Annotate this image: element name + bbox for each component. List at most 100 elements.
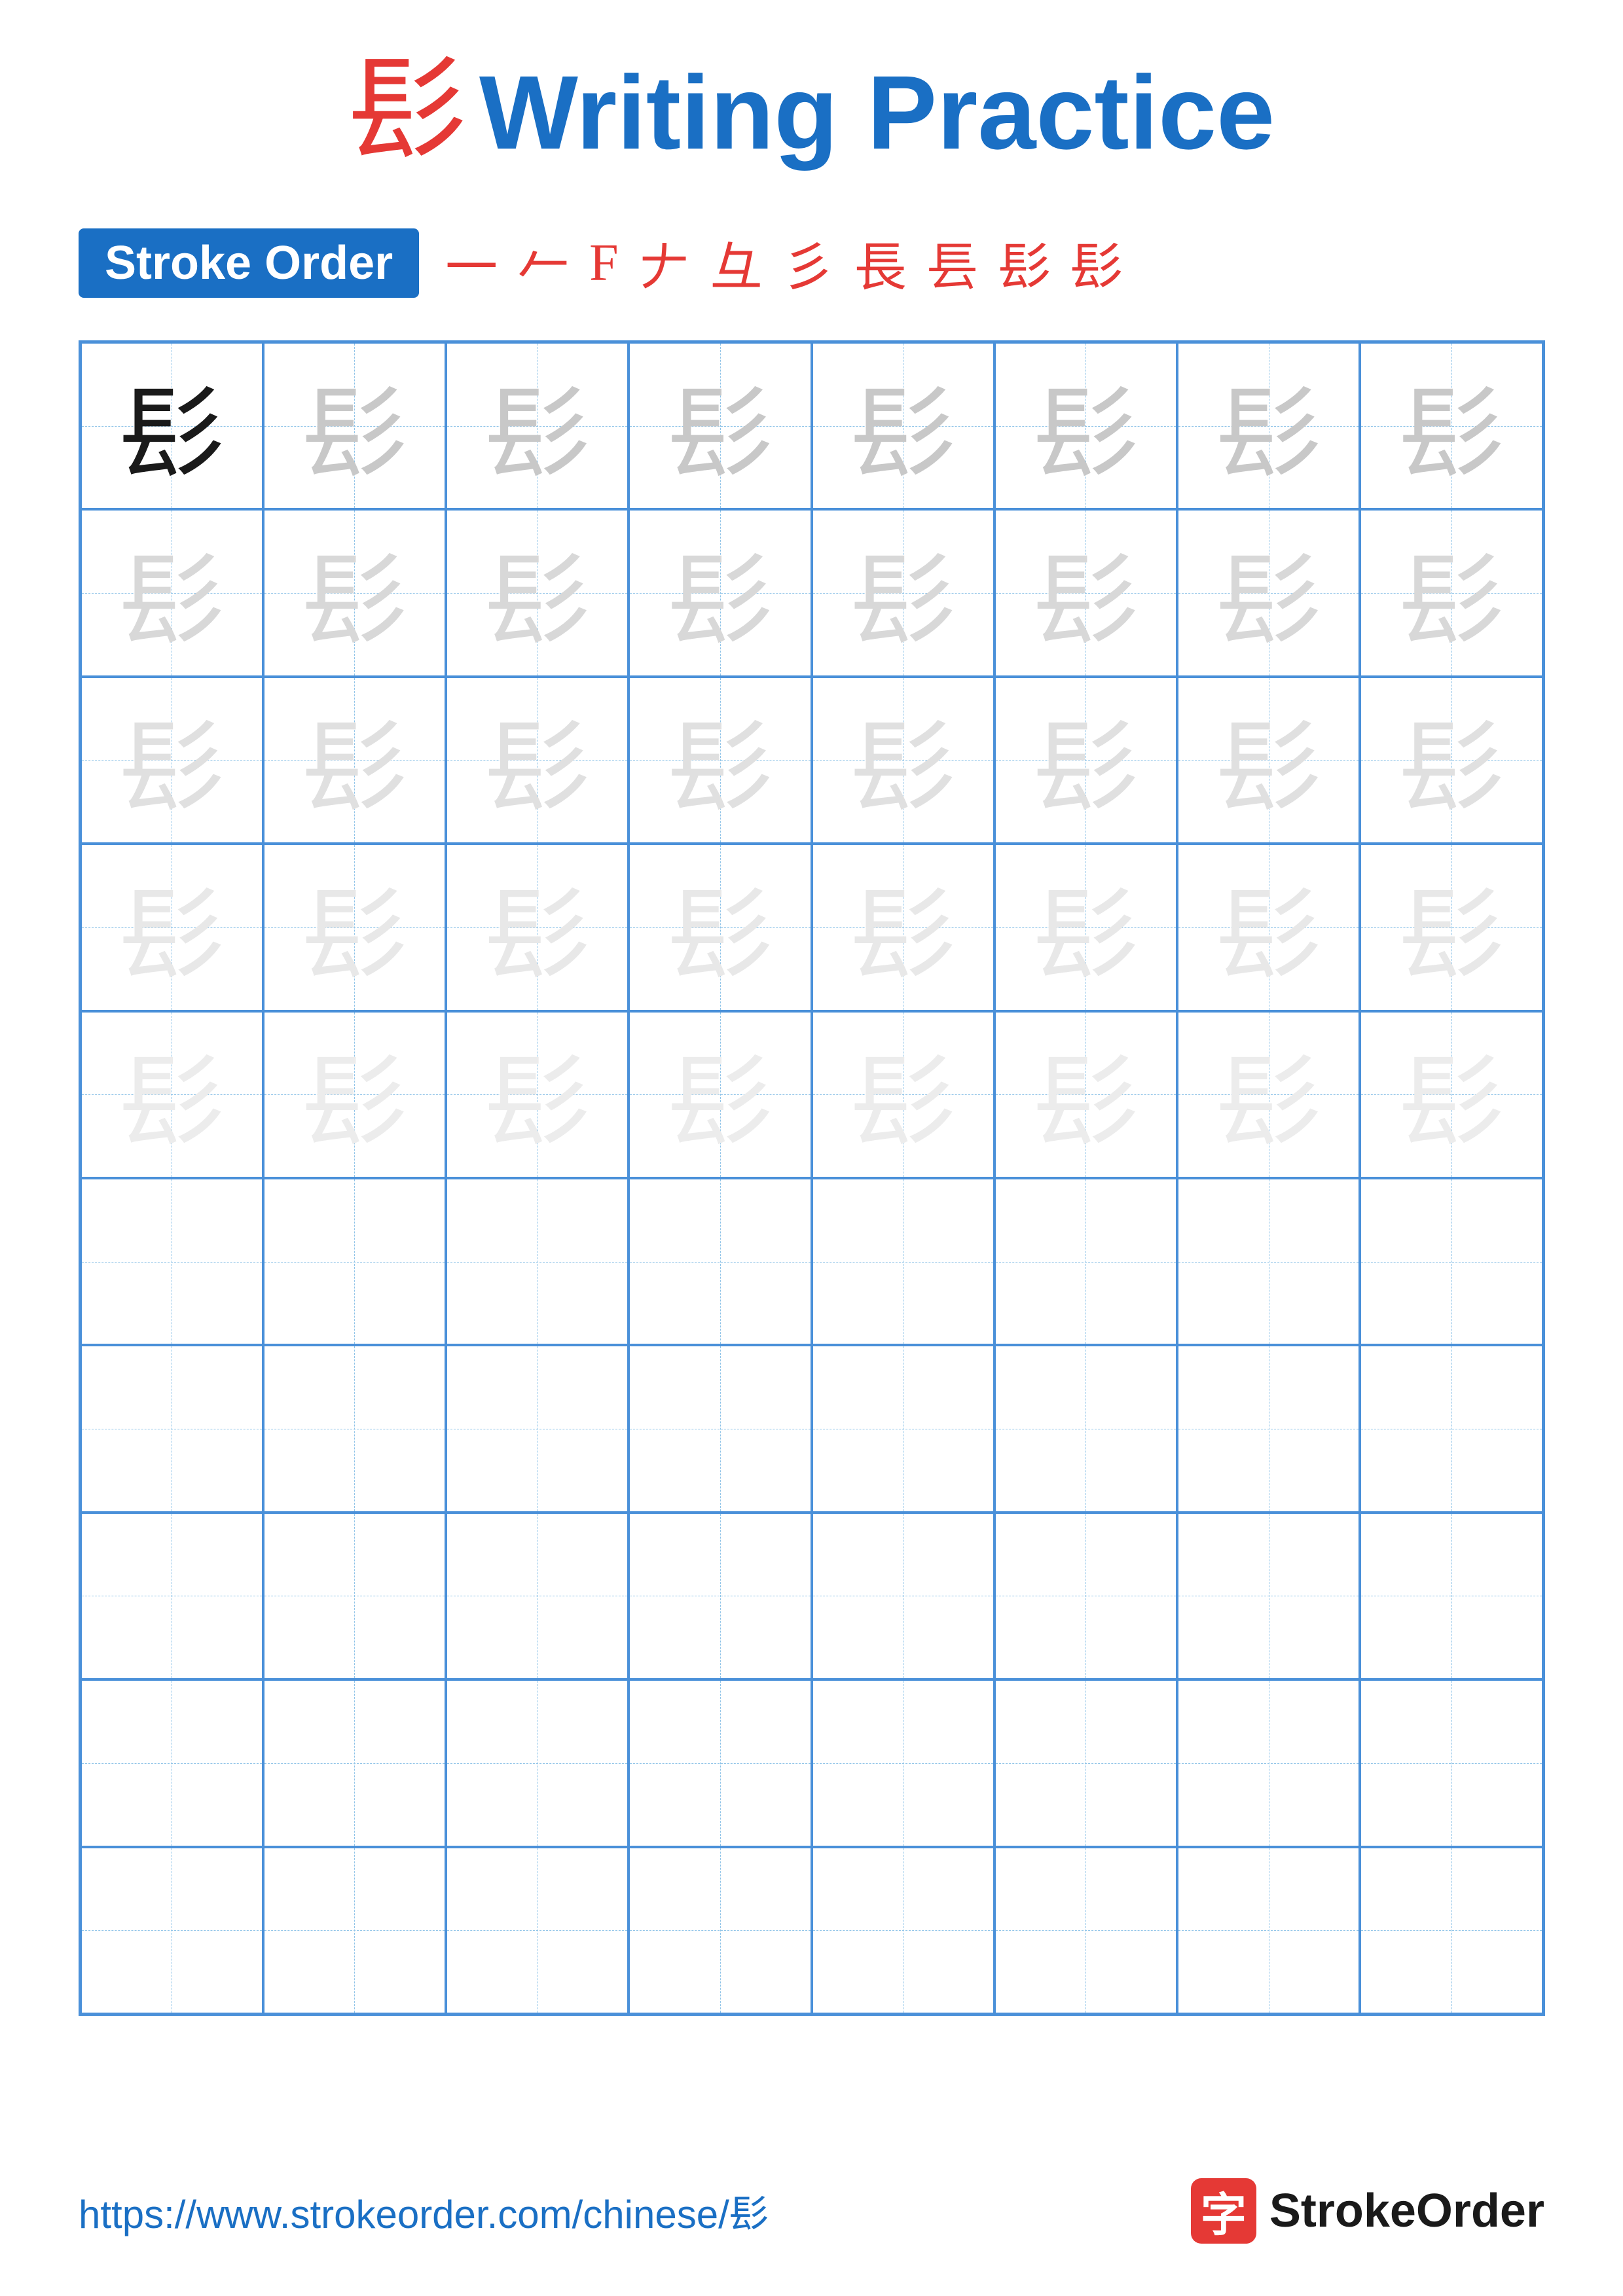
grid-cell-empty[interactable] (994, 1847, 1177, 2014)
grid-cell-empty[interactable] (1360, 1847, 1542, 2014)
char-light: 髟 (302, 1018, 407, 1170)
grid-cell[interactable]: 髟 (1177, 677, 1360, 844)
stroke-step-2: 𠂉 (517, 225, 570, 301)
char-light: 髟 (850, 684, 955, 836)
char-light: 髟 (1216, 852, 1321, 1003)
grid-cell-empty[interactable] (446, 1847, 629, 2014)
grid-cell[interactable]: 髟 (994, 1011, 1177, 1178)
grid-cell-empty[interactable] (81, 1178, 263, 1345)
grid-cell-empty[interactable] (1360, 1345, 1542, 1512)
grid-cell-empty[interactable] (1360, 1178, 1542, 1345)
grid-cell[interactable]: 髟 (994, 844, 1177, 1011)
grid-cell[interactable]: 髟 (81, 677, 263, 844)
grid-cell[interactable]: 髟 (629, 509, 811, 676)
footer: https://www.strokeorder.com/chinese/髟 字 … (0, 2178, 1623, 2244)
grid-cell[interactable]: 髟 (263, 844, 446, 1011)
grid-cell-empty[interactable] (81, 1345, 263, 1512)
grid-cell-empty[interactable] (629, 1679, 811, 1846)
grid-cell[interactable]: 髟 (994, 342, 1177, 509)
grid-cell[interactable]: 髟 (1177, 509, 1360, 676)
grid-cell[interactable]: 髟 (263, 1011, 446, 1178)
grid-cell[interactable]: 髟 (812, 1011, 994, 1178)
grid-cell-empty[interactable] (812, 1178, 994, 1345)
grid-cell[interactable]: 髟 (263, 509, 446, 676)
grid-cell[interactable]: 髟 (629, 1011, 811, 1178)
grid-cell-empty[interactable] (263, 1513, 446, 1679)
char-light: 髟 (302, 517, 407, 669)
char-light: 髟 (850, 517, 955, 669)
grid-cell[interactable]: 髟 (446, 677, 629, 844)
grid-cell[interactable]: 髟 (812, 844, 994, 1011)
page-content: 髟 Writing Practice Stroke Order 一 𠂉 F 𠂇 … (0, 0, 1623, 2296)
grid-cell[interactable]: 髟 (1177, 844, 1360, 1011)
grid-cell[interactable]: 髟 (1177, 342, 1360, 509)
grid-cell-empty[interactable] (994, 1513, 1177, 1679)
grid-cell-empty[interactable] (263, 1345, 446, 1512)
grid-cell-empty[interactable] (1360, 1679, 1542, 1846)
grid-cell-empty[interactable] (994, 1178, 1177, 1345)
grid-cell-empty[interactable] (1360, 1513, 1542, 1679)
grid-cell-empty[interactable] (812, 1679, 994, 1846)
grid-cell-empty[interactable] (81, 1513, 263, 1679)
grid-cell[interactable]: 髟 (1360, 1011, 1542, 1178)
grid-cell[interactable]: 髟 (446, 844, 629, 1011)
grid-cell[interactable]: 髟 (1360, 342, 1542, 509)
grid-cell[interactable]: 髟 (1177, 1011, 1360, 1178)
char-light: 髟 (668, 684, 773, 836)
grid-cell[interactable]: 髟 (1360, 844, 1542, 1011)
grid-cell-empty[interactable] (1177, 1513, 1360, 1679)
grid-cell-empty[interactable] (263, 1679, 446, 1846)
grid-cell-empty[interactable] (81, 1679, 263, 1846)
grid-cell-empty[interactable] (812, 1345, 994, 1512)
grid-cell-empty[interactable] (994, 1345, 1177, 1512)
grid-cell[interactable]: 髟 (812, 342, 994, 509)
grid-cell-empty[interactable] (1177, 1345, 1360, 1512)
grid-cell[interactable]: 髟 (629, 342, 811, 509)
grid-cell[interactable]: 髟 (81, 509, 263, 676)
grid-cell[interactable]: 髟 (263, 677, 446, 844)
grid-cell-empty[interactable] (812, 1847, 994, 2014)
grid-cell[interactable]: 髟 (446, 342, 629, 509)
grid-cell[interactable]: 髟 (81, 844, 263, 1011)
grid-cell-empty[interactable] (1177, 1178, 1360, 1345)
grid-cell-empty[interactable] (81, 1847, 263, 2014)
char-light: 髟 (668, 517, 773, 669)
char-light: 髟 (119, 684, 224, 836)
grid-cell-empty[interactable] (812, 1513, 994, 1679)
grid-cell-empty[interactable] (1177, 1679, 1360, 1846)
grid-cell-empty[interactable] (629, 1847, 811, 2014)
stroke-order-badge: Stroke Order (79, 228, 419, 298)
stroke-step-9: 髟 (998, 225, 1051, 301)
grid-cell[interactable]: 髟 (446, 509, 629, 676)
grid-cell-empty[interactable] (446, 1178, 629, 1345)
grid-cell-empty[interactable] (446, 1345, 629, 1512)
char-light: 髟 (1399, 517, 1504, 669)
stroke-step-1: 一 (445, 225, 498, 301)
grid-cell-empty[interactable] (629, 1345, 811, 1512)
grid-cell[interactable]: 髟 (1360, 509, 1542, 676)
practice-grid: 髟 髟 髟 髟 髟 髟 髟 髟 髟 髟 髟 髟 髟 髟 髟 髟 髟 髟 髟 髟 … (79, 340, 1545, 2016)
grid-cell[interactable]: 髟 (994, 677, 1177, 844)
grid-cell[interactable]: 髟 (81, 342, 263, 509)
grid-cell-empty[interactable] (1177, 1847, 1360, 2014)
grid-cell-empty[interactable] (629, 1513, 811, 1679)
grid-cell[interactable]: 髟 (263, 342, 446, 509)
grid-cell-empty[interactable] (263, 1178, 446, 1345)
grid-cell[interactable]: 髟 (812, 677, 994, 844)
grid-cell-empty[interactable] (263, 1847, 446, 2014)
grid-cell[interactable]: 髟 (446, 1011, 629, 1178)
grid-cell-empty[interactable] (994, 1679, 1177, 1846)
footer-url[interactable]: https://www.strokeorder.com/chinese/髟 (79, 2183, 769, 2240)
grid-cell-empty[interactable] (446, 1679, 629, 1846)
grid-cell[interactable]: 髟 (629, 844, 811, 1011)
char-light: 髟 (668, 852, 773, 1003)
grid-cell[interactable]: 髟 (629, 677, 811, 844)
grid-cell[interactable]: 髟 (812, 509, 994, 676)
grid-cell-empty[interactable] (629, 1178, 811, 1345)
grid-cell[interactable]: 髟 (81, 1011, 263, 1178)
char-light: 髟 (1216, 517, 1321, 669)
grid-cell-empty[interactable] (446, 1513, 629, 1679)
char-light: 髟 (119, 852, 224, 1003)
grid-cell[interactable]: 髟 (994, 509, 1177, 676)
grid-cell[interactable]: 髟 (1360, 677, 1542, 844)
